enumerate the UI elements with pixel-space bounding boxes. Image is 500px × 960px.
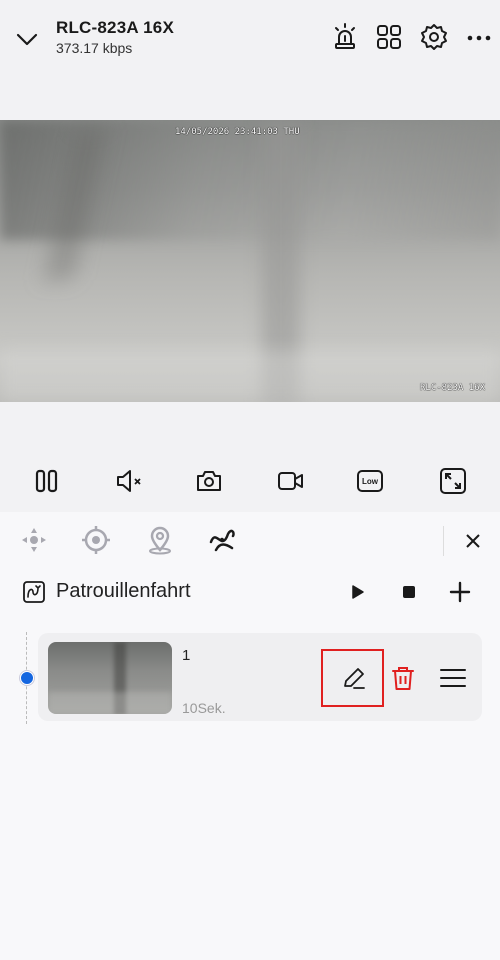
- pause-icon[interactable]: [32, 466, 62, 496]
- ptz-direction-icon[interactable]: [18, 524, 50, 556]
- more-icon[interactable]: [464, 22, 494, 52]
- add-patrol-icon[interactable]: [447, 579, 473, 605]
- fullscreen-icon[interactable]: [438, 466, 468, 496]
- record-icon[interactable]: [276, 466, 306, 496]
- stop-patrol-icon[interactable]: [396, 579, 422, 605]
- video-timestamp: 14/05/2026 23:41:03 THU: [175, 127, 300, 137]
- quality-label: Low: [362, 476, 378, 486]
- siren-icon[interactable]: [330, 22, 360, 52]
- grid-icon[interactable]: [374, 22, 404, 52]
- gear-icon[interactable]: [419, 22, 449, 52]
- delete-icon[interactable]: [390, 664, 416, 692]
- camera-title: RLC-823A 16X: [56, 18, 174, 37]
- snapshot-icon[interactable]: [194, 466, 224, 496]
- patrol-title: Patrouillenfahrt: [56, 580, 191, 602]
- focus-icon[interactable]: [80, 524, 112, 556]
- timeline-dot: [20, 671, 34, 685]
- preset-location-icon[interactable]: [144, 524, 176, 556]
- preset-thumbnail: [48, 642, 172, 714]
- video-camera-label: RLC-823A 16X: [420, 383, 486, 393]
- preset-name: 1: [182, 647, 191, 664]
- mute-icon[interactable]: [114, 466, 144, 496]
- tab-divider: [443, 526, 444, 556]
- play-patrol-icon[interactable]: [344, 579, 370, 605]
- drag-handle-icon[interactable]: [438, 664, 468, 692]
- preset-duration: 10Sek.: [182, 700, 226, 716]
- quality-icon[interactable]: Low: [356, 466, 386, 496]
- chevron-down-icon[interactable]: [14, 26, 40, 52]
- live-video[interactable]: 14/05/2026 23:41:03 THU RLC-823A 16X: [0, 120, 500, 402]
- playback-controls: [0, 402, 500, 512]
- edit-icon[interactable]: [340, 665, 368, 693]
- bitrate-text: 373.17 kbps: [56, 40, 133, 56]
- close-icon[interactable]: [460, 528, 486, 554]
- patrol-route-icon: [23, 581, 45, 603]
- patrol-icon[interactable]: [206, 524, 238, 556]
